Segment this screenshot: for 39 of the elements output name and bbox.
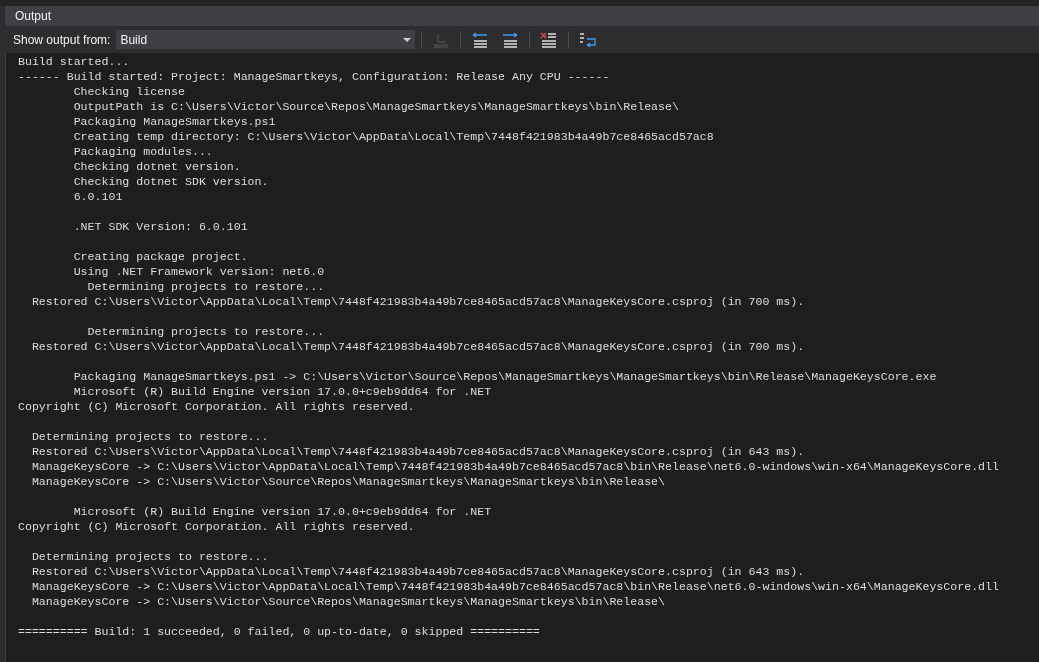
output-line: Microsoft (R) Build Engine version 17.0.0+c9eb9dd64 for .NET bbox=[72, 384, 492, 399]
output-line: Packaging ManageSmartkeys.ps1 bbox=[72, 114, 276, 129]
output-line: .NET SDK Version: 6.0.101 bbox=[72, 219, 248, 234]
output-line: Determining projects to restore... bbox=[30, 549, 269, 564]
show-output-label: Show output from: bbox=[13, 31, 111, 49]
wrap-arrow-icon bbox=[578, 31, 599, 48]
left-arrow-lines-icon bbox=[471, 31, 490, 48]
right-arrow-lines-icon bbox=[501, 31, 520, 48]
dropdown-caret-icon bbox=[403, 37, 412, 42]
output-line: 6.0.101 bbox=[72, 189, 123, 204]
output-line: Creating temp directory: C:\Users\Victor\AppData\Local\Temp\7448f421983b4a49b7ce8465acd57ac8 bbox=[72, 129, 714, 144]
output-line: Packaging modules... bbox=[72, 144, 213, 159]
output-line: ManageKeysCore -> C:\Users\Victor\Source\Repos\ManageSmartkeys\ManageSmartkeys\bin\Release\ bbox=[30, 594, 666, 609]
output-line: Determining projects to restore... bbox=[30, 429, 269, 444]
clear-lines-icon bbox=[540, 31, 559, 48]
output-line: ManageKeysCore -> C:\Users\Victor\AppData\Local\Temp\7448f421983b4a49b7ce8465acd57ac8\bin\Release\net6.0-windows\win-x64\ManageKeysCore.dll bbox=[30, 579, 999, 594]
output-line: Copyright (C) Microsoft Corporation. All rights reserved. bbox=[18, 399, 415, 414]
output-line: Determining projects to restore... bbox=[86, 324, 325, 339]
output-line: Build started... bbox=[18, 54, 130, 69]
panel-title: Output bbox=[15, 8, 52, 25]
output-line: Creating package project. bbox=[72, 249, 248, 264]
output-line: Microsoft (R) Build Engine version 17.0.0+c9eb9dd64 for .NET bbox=[72, 504, 492, 519]
output-line: Packaging ManageSmartkeys.ps1 -> C:\Users\Victor\Source\Repos\ManageSmartkeys\ManageSmartkeys\bin\Release\ManageKeysCore.exe bbox=[72, 369, 937, 384]
output-line: ManageKeysCore -> C:\Users\Victor\Source\Repos\ManageSmartkeys\ManageSmartkeys\bin\Release\ bbox=[30, 474, 666, 489]
output-line: OutputPath is C:\Users\Victor\Source\Repos\ManageSmartkeys\ManageSmartkeys\bin\Release\ bbox=[72, 99, 679, 114]
output-line: ------ Build started: Project: ManageSmartkeys, Configuration: Release Any CPU ------ bbox=[18, 69, 610, 84]
output-line: ========== Build: 1 succeeded, 0 failed, 0 up-to-date, 0 skipped ========== bbox=[18, 624, 540, 639]
output-line: Restored C:\Users\Victor\AppData\Local\Temp\7448f421983b4a49b7ce8465acd57ac8\ManageKeysCore.csproj (in 643 ms). bbox=[30, 564, 805, 579]
output-line: Restored C:\Users\Victor\AppData\Local\Temp\7448f421983b4a49b7ce8465acd57ac8\ManageKeysCore.csproj (in 643 ms). bbox=[30, 444, 805, 459]
output-line: Using .NET Framework version: net6.0 bbox=[72, 264, 325, 279]
output-line: Restored C:\Users\Victor\AppData\Local\Temp\7448f421983b4a49b7ce8465acd57ac8\ManageKeysCore.csproj (in 700 ms). bbox=[30, 339, 805, 354]
output-line: Copyright (C) Microsoft Corporation. All rights reserved. bbox=[18, 519, 415, 534]
output-line: ManageKeysCore -> C:\Users\Victor\AppData\Local\Temp\7448f421983b4a49b7ce8465acd57ac8\bin\Release\net6.0-windows\win-x64\ManageKeysCore.dll bbox=[30, 459, 999, 474]
output-line: Checking license bbox=[72, 84, 185, 99]
output-line: Checking dotnet version. bbox=[72, 159, 241, 174]
output-line: Checking dotnet SDK version. bbox=[72, 174, 269, 189]
output-line: Determining projects to restore... bbox=[86, 279, 325, 294]
output-source-dropdown[interactable]: Build bbox=[116, 30, 416, 49]
output-line: Restored C:\Users\Victor\AppData\Local\Temp\7448f421983b4a49b7ce8465acd57ac8\ManageKeysCore.csproj (in 700 ms). bbox=[30, 294, 805, 309]
